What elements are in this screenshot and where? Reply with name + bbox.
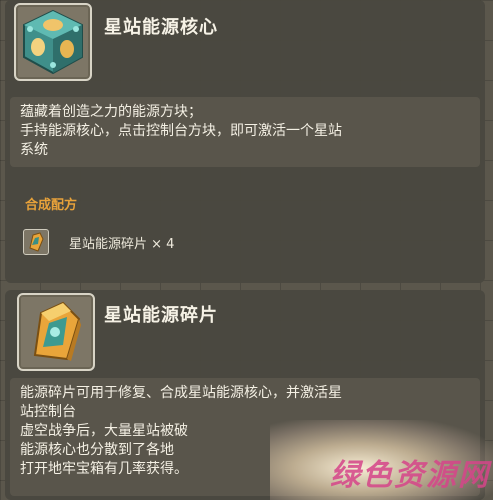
energy-fragment-icon	[29, 232, 44, 252]
item-panel-energy-core: 星站能源核心 蕴藏着创造之力的能源方块； 手持能源核心，点击控制台方块，即可激活…	[5, 0, 485, 283]
description-line: 能源碎片可用于修复、合成星站能源核心，并激活星	[20, 385, 342, 401]
ingredient-icon-frame	[23, 229, 49, 255]
description-line: 手持能源核心，点击控制台方块，即可激活一个星站	[20, 123, 342, 139]
recipe-ingredient[interactable]: 星站能源碎片 × 4	[23, 228, 174, 256]
item-title: 星站能源碎片	[104, 305, 218, 326]
energy-core-cube-icon	[23, 9, 83, 75]
energy-fragment-icon	[33, 301, 81, 361]
item-title: 星站能源核心	[104, 17, 218, 38]
ingredient-label: 星站能源碎片 × 4	[69, 236, 175, 252]
description-line: 系统	[20, 142, 48, 158]
watermark-logo: 绿色资源网	[330, 458, 490, 493]
recipe-title: 合成配方	[25, 198, 78, 213]
energy-fragment-icon-frame	[17, 293, 95, 371]
energy-core-icon-frame	[14, 3, 92, 81]
description-line: 蕴藏着创造之力的能源方块；	[20, 104, 202, 120]
item-description: 蕴藏着创造之力的能源方块； 手持能源核心，点击控制台方块，即可激活一个星站 系统	[10, 97, 480, 167]
